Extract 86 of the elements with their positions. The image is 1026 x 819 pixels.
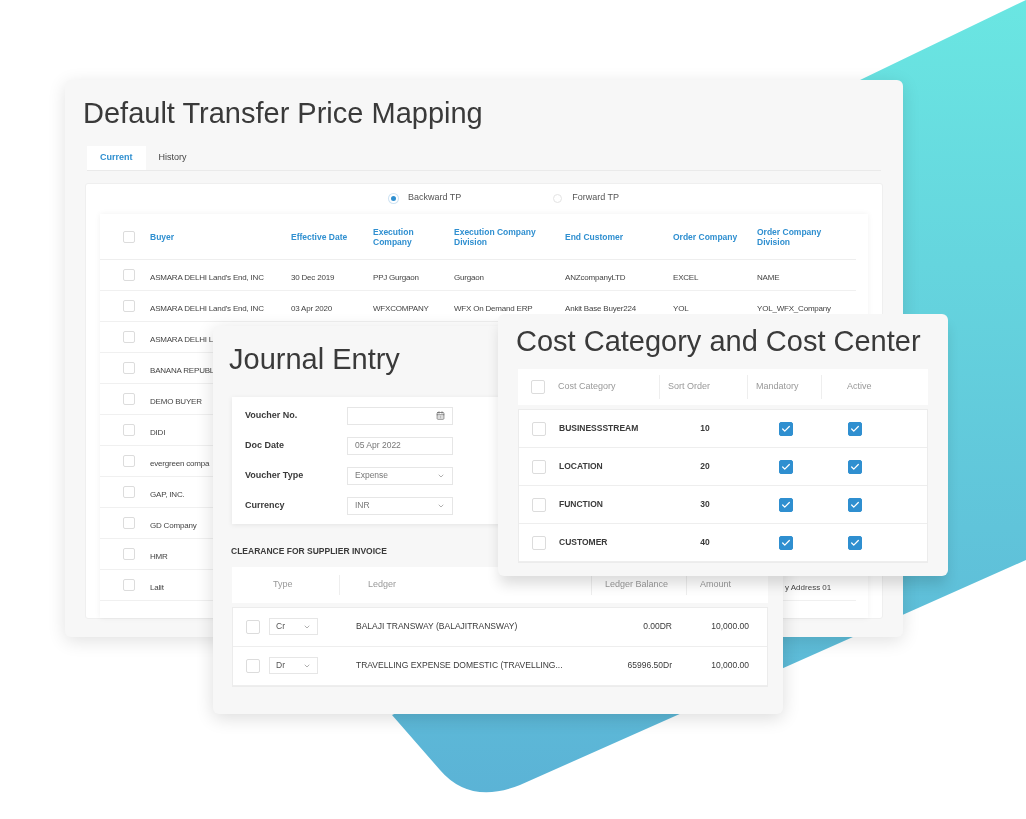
table-cell: evergreen compa [150, 459, 210, 468]
text-field[interactable]: 05 Apr 2022 [347, 436, 453, 455]
column-header[interactable]: Order Company Division [757, 226, 856, 247]
column-header[interactable]: Cost Category [558, 375, 660, 399]
check-icon [781, 461, 791, 472]
select-field[interactable]: Expense [347, 466, 453, 485]
table-cell: GD Company [150, 521, 197, 530]
calendar-icon [436, 411, 445, 420]
table-cell-text: LOCATION [559, 460, 604, 473]
table-cell: YOL_WFX_Company [757, 304, 831, 313]
table-cell: NAME [757, 273, 780, 282]
column-header[interactable]: Order Company [673, 231, 757, 242]
select-field[interactable]: INR [347, 496, 453, 515]
table-cell: ANZcompanyLTD [565, 273, 626, 282]
type-select[interactable]: Dr [269, 657, 318, 675]
column-header[interactable]: Execution Company Division [454, 226, 554, 247]
window-title: Journal Entry [229, 342, 400, 377]
table-cell-text: BALAJI TRANSWAY (BALAJITRANSWAY) [355, 620, 519, 634]
check-icon [850, 461, 860, 472]
checkbox[interactable] [848, 497, 862, 512]
table-cell: DEMO BUYER [150, 397, 202, 406]
tab[interactable]: History [145, 146, 200, 170]
check-icon [850, 499, 860, 510]
column-header[interactable]: Type [268, 574, 340, 595]
table-cell: DIDI [150, 428, 166, 437]
table-cell: WFXCOMPANY [373, 304, 429, 313]
field-label: Doc Date [245, 438, 285, 452]
window-title: Cost Category and Cost Center [516, 324, 921, 359]
table-cell: 30 Dec 2019 [291, 273, 335, 282]
check-icon [850, 423, 860, 434]
radio-label: Forward TP [572, 191, 620, 205]
checkbox[interactable] [779, 535, 793, 550]
field-label: Voucher No. [245, 408, 299, 422]
column-header[interactable]: Active [822, 375, 928, 399]
field-label: Voucher Type [245, 468, 305, 482]
window-title: Default Transfer Price Mapping [83, 96, 483, 131]
table-cell-text: 65996.50Dr [626, 659, 673, 673]
table-cell: ASMARA DELHI L [150, 335, 213, 344]
type-select[interactable]: Cr [269, 618, 318, 636]
checkbox[interactable] [848, 459, 862, 474]
column-header[interactable]: Execution Company [373, 226, 454, 247]
table-cell-text: 20 [699, 460, 711, 473]
table-cell: ASMARA DELHI Land's End, INC [150, 273, 264, 282]
table-cell-text: CUSTOMER [559, 536, 609, 549]
checkbox[interactable] [779, 459, 793, 474]
checkbox[interactable] [848, 421, 862, 436]
table-cell-text: 30 [699, 498, 711, 511]
column-header[interactable]: Buyer [150, 231, 250, 242]
check-icon [781, 423, 791, 434]
date-field[interactable] [347, 406, 453, 425]
section-title: CLEARANCE FOR SUPPLIER INVOICE [231, 545, 387, 558]
check-icon [781, 537, 791, 548]
table-cell-text: BUSINESSSTREAM [559, 422, 640, 435]
table-cell: BANANA REPUBL [150, 366, 215, 375]
table-cell: 03 Apr 2020 [291, 304, 332, 313]
column-header[interactable]: Effective Date [291, 231, 373, 242]
table-cell-text: 10,000.00 [710, 659, 750, 673]
table-cell: ASMARA DELHI Land's End, INC [150, 304, 264, 313]
table-cell-text: 40 [699, 536, 711, 549]
table-cell-text: 0.00DR [642, 620, 673, 634]
checkbox[interactable] [779, 497, 793, 512]
table-cell-text: TRAVELLING EXPENSE DOMESTIC (TRAVELLING... [355, 659, 564, 673]
table-cell-text: 10,000.00 [710, 620, 750, 634]
table-cell: Gurgaon [454, 273, 484, 282]
field-label: Currency [245, 498, 286, 512]
table-cell-text: FUNCTION [559, 498, 604, 511]
column-header[interactable]: Mandatory [748, 375, 822, 399]
table-cell: PPJ Gurgaon [373, 273, 419, 282]
column-header[interactable]: End Customer [565, 231, 665, 242]
column-header[interactable]: Amount [687, 574, 768, 595]
table-cell: EXCEL [673, 273, 699, 282]
check-icon [781, 499, 791, 510]
checkbox[interactable] [779, 421, 793, 436]
table-cell: GAP, INC. [150, 490, 185, 499]
table-cell: WFX On Demand ERP [454, 304, 533, 313]
table-cell: HMR [150, 552, 168, 561]
check-icon [850, 537, 860, 548]
table-cell-text: 10 [699, 422, 711, 435]
column-header[interactable]: Sort Order [660, 375, 748, 399]
table-cell: y Address 01 [785, 583, 832, 592]
tab[interactable]: Current [87, 146, 146, 170]
table-cell: Lalit [150, 583, 164, 592]
table-cell: YOL [673, 304, 689, 313]
table-cell: Ankit Base Buyer224 [565, 304, 636, 313]
checkbox[interactable] [848, 535, 862, 550]
radio-label: Backward TP [407, 191, 462, 205]
